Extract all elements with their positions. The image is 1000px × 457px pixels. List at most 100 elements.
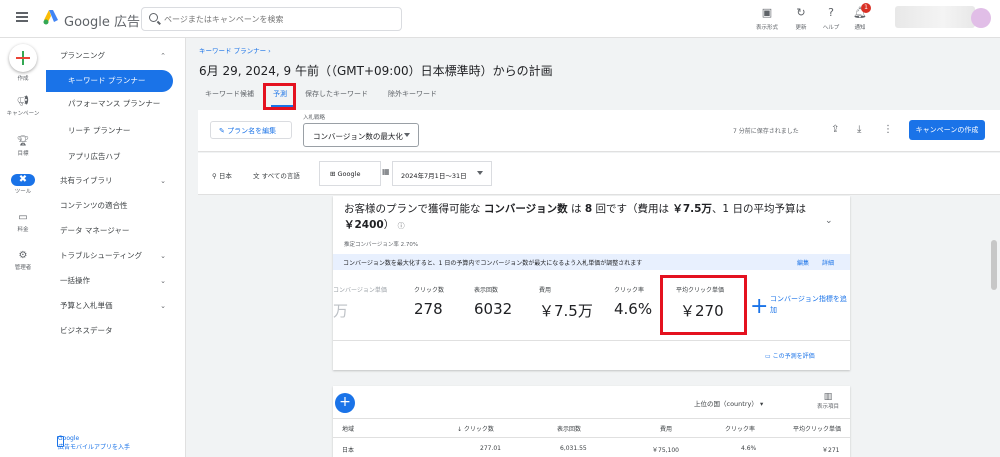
sidebar-item-label: パフォーマンス プランナー (68, 99, 161, 108)
sidebar-item-content-suitability[interactable]: コンテンツの適合性 (46, 195, 186, 217)
more-options-icon[interactable]: ⋮ (883, 124, 893, 135)
tab-keyword-ideas[interactable]: キーワード候補 (205, 89, 254, 99)
column-header[interactable]: 平均クリック単価 (793, 424, 841, 433)
rail-label: ツール (14, 189, 32, 195)
mobile-app-link[interactable]: Google 広告モバイルアプリを入手 (58, 435, 130, 451)
sidebar-item-data-manager[interactable]: データ マネージャー (46, 220, 186, 242)
chevron-up-icon: ⌃ (160, 52, 166, 60)
notification-badge: 1 (861, 3, 871, 13)
bid-strategy-select[interactable]: コンバージョン数の最大化 (303, 123, 419, 147)
columns-icon: ▥ (823, 392, 833, 402)
columns-button[interactable]: ▥ 表示項目 (817, 392, 839, 410)
search-input[interactable] (164, 11, 394, 27)
rail-item-tools[interactable]: ✖ ツール (0, 174, 46, 195)
location-value: 日本 (218, 172, 232, 180)
table-cell: 日本 (342, 447, 355, 454)
refresh-button[interactable]: ↻ 更新 (784, 6, 818, 34)
group-by-select[interactable]: 上位の国（country） ▾ (694, 398, 763, 408)
rail-item-goals[interactable]: 🏆︎ 目標 (0, 136, 46, 157)
sidebar-item-troubleshooting[interactable]: トラブルシューティング ⌄ (46, 245, 186, 267)
column-header[interactable]: 地域 (342, 424, 354, 433)
sidebar-item-bulk-actions[interactable]: 一括操作 ⌄ (46, 270, 186, 292)
rail-item-admin[interactable]: ⚙ 管理者 (0, 250, 46, 271)
page-scrollbar[interactable] (991, 240, 997, 290)
sidebar-item-label: 一括操作 (60, 276, 90, 285)
download-icon[interactable]: ⤓ (857, 124, 861, 135)
dropdown-arrow-icon (477, 171, 483, 175)
headline-text: 回です（費用は (592, 203, 673, 215)
chevron-down-icon: ⌄ (160, 302, 166, 310)
sidebar-item-shared-library[interactable]: 共有ライブラリ ⌄ (46, 170, 186, 192)
tab-saved-keywords[interactable]: 保存したキーワード (305, 89, 368, 99)
rail-label: 目標 (17, 151, 29, 157)
sidebar-item-planning[interactable]: プランニング ⌃ (46, 45, 186, 67)
table-header (333, 418, 850, 438)
sidebar-item-label: アプリ広告ハブ (68, 152, 121, 161)
headline-text: お客様のプランで獲得可能な (344, 203, 484, 215)
headline-text: ） (383, 219, 395, 231)
display-mode-icon: ▣ (761, 6, 773, 19)
tab-negative-keywords[interactable]: 除外キーワード (388, 89, 437, 99)
metric-value: 4.6% (614, 300, 653, 318)
sidebar-item-business-data[interactable]: ビジネスデータ (46, 320, 186, 342)
banner-edit-link[interactable]: 編集 (797, 258, 809, 267)
date-range-select[interactable]: 2024年7月1日～31日 (392, 161, 492, 186)
avatar[interactable] (971, 8, 991, 28)
breadcrumb[interactable]: キーワード プランナー › (199, 45, 271, 55)
sidebar-item-app-hub[interactable]: アプリ広告ハブ (46, 146, 186, 168)
rail-item-billing[interactable]: ▭ 料金 (0, 212, 46, 233)
dropdown-arrow-icon (404, 133, 410, 137)
create-campaign-button[interactable]: キャンペーンの作成 (909, 120, 985, 140)
sidebar-item-performance-planner[interactable]: パフォーマンス プランナー (46, 93, 186, 115)
menu-icon[interactable] (16, 12, 28, 22)
search-box[interactable] (141, 7, 402, 31)
trophy-icon: 🏆︎ (16, 136, 30, 147)
column-header[interactable]: クリック率 (725, 424, 755, 433)
network-filter[interactable]: ⊞ Google (319, 161, 381, 186)
sidebar-item-label: ビジネスデータ (60, 326, 113, 335)
add-conversion-metric-link[interactable]: コンバージョン指標を追加 (770, 294, 850, 316)
sidebar-item-reach-planner[interactable]: リーチ プランナー (46, 120, 186, 142)
search-icon (149, 13, 158, 22)
info-icon[interactable]: ⓘ (398, 222, 405, 230)
collapse-chevron-icon[interactable]: ⌄ (825, 216, 833, 226)
add-icon[interactable]: + (750, 296, 768, 318)
create-button[interactable] (9, 44, 37, 72)
rate-forecast-link[interactable]: ▭ この予測を評価 (765, 351, 815, 360)
refresh-icon: ↻ (796, 6, 806, 19)
sidebar-item-label: リーチ プランナー (68, 126, 131, 135)
sidebar-item-label: 共有ライブラリ (60, 176, 113, 185)
metric-label: 費用 (539, 287, 552, 294)
app-name: Google 広告 (64, 15, 140, 30)
account-info[interactable] (895, 6, 975, 28)
display-mode-button[interactable]: ▣ 表示形式 (750, 6, 784, 34)
column-header-sorted[interactable]: ↓ クリック数 (457, 424, 494, 433)
edit-plan-name-button[interactable]: ✎ プラン名を編集 (210, 121, 292, 139)
column-header[interactable]: 費用 (660, 424, 672, 433)
table-cell: 6,031.55 (560, 445, 587, 452)
table-cell: ￥271 (822, 447, 840, 454)
metric-label: クリック率 (614, 287, 645, 294)
column-header[interactable]: 表示回数 (557, 424, 581, 433)
page-title: 6月 29, 2024, 9 午前（（GMT+09:00）日本標準時）からの計画 (199, 64, 553, 78)
sidebar-item-budgets-bids[interactable]: 予算と入札単価 ⌄ (46, 295, 186, 317)
share-icon[interactable]: ⇪ (831, 124, 839, 135)
location-filter[interactable]: ⚲ 日本 (212, 170, 232, 180)
sidebar-item-label: データ マネージャー (60, 226, 130, 235)
network-icon: ⊞ (330, 170, 338, 178)
rate-forecast-label: この予測を評価 (772, 353, 815, 360)
google-ads-logo (43, 10, 58, 25)
highlight-box-forecast-tab (263, 83, 296, 110)
headline-daily-budget: ￥2400 (344, 219, 384, 231)
tool-label: 表示形式 (755, 25, 778, 31)
add-button[interactable]: + (335, 393, 355, 413)
notification-button[interactable]: 🔔︎ 通知 (843, 6, 877, 34)
chevron-down-icon: ⌄ (160, 277, 166, 285)
tool-label: 通知 (854, 25, 866, 31)
banner-details-link[interactable]: 詳細 (822, 258, 834, 267)
rail-item-campaigns[interactable]: 📢︎ キャンペーン (0, 96, 46, 117)
sidebar-item-keyword-planner[interactable]: キーワード プランナー (46, 70, 173, 92)
language-filter[interactable]: 文 すべての言語 (253, 170, 300, 180)
translate-icon: 文 (253, 172, 262, 180)
calendar-icon: ▦ (382, 167, 390, 176)
